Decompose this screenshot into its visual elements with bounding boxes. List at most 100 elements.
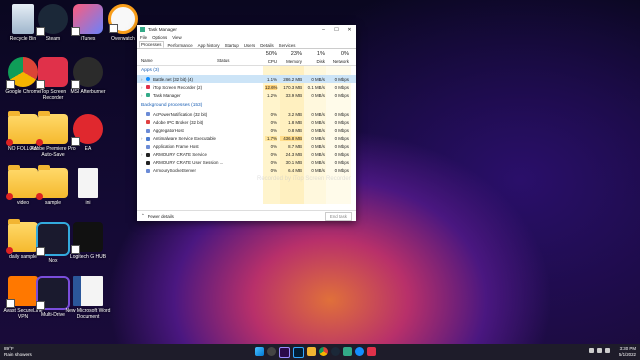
process-row[interactable]: › iTop Screen Recorder (2) 12.6% 170.3 MB… — [137, 83, 356, 91]
icon-label: New Microsoft Word Document — [65, 308, 111, 320]
col-status[interactable]: Status — [217, 58, 229, 63]
battlenet-icon[interactable] — [355, 347, 364, 356]
cpu-value: 1.1% — [266, 76, 277, 82]
tab-services[interactable]: Services — [278, 43, 297, 48]
search-icon[interactable] — [267, 347, 276, 356]
itop-recorder-icon[interactable] — [367, 347, 376, 356]
itop-recorder-icon — [36, 57, 68, 89]
disk-value: 0.1 MB/s — [307, 84, 325, 90]
desktop-icon-logitech[interactable]: Logitech G HUB — [65, 222, 111, 260]
desktop-icon-ini[interactable]: ini — [65, 168, 111, 206]
battery-icon[interactable] — [605, 348, 610, 353]
network-value: 0 Mbps — [334, 152, 349, 158]
menu-options[interactable]: Options — [152, 35, 167, 40]
title-bar[interactable]: Task Manager – ☐ ✕ — [137, 25, 356, 34]
menu-view[interactable]: View — [172, 35, 181, 40]
clock[interactable]: 3:30 PM 5/1/2022 — [619, 346, 636, 357]
disk-value: 0 MB/s — [311, 76, 325, 82]
task-manager-icon — [140, 27, 145, 32]
menu-file[interactable]: File — [140, 35, 147, 40]
tab-processes[interactable]: Processes — [139, 41, 164, 48]
steam-icon[interactable] — [331, 347, 340, 356]
process-icon — [146, 112, 150, 117]
process-icon — [146, 152, 150, 157]
process-name: iTop Screen Recorder (2) — [153, 84, 203, 90]
task-manager-icon[interactable] — [343, 347, 352, 356]
disk-value: 0 MB/s — [311, 160, 325, 166]
process-name: AcPowerNotification (32 bit) — [153, 111, 208, 117]
col-name[interactable]: Name — [141, 58, 153, 63]
process-row[interactable]: ArmourySocketServer 0% 6.4 MB 0 MB/s 0 M… — [137, 167, 356, 175]
tab-users[interactable]: Users — [243, 43, 256, 48]
tab-startup[interactable]: Startup — [224, 43, 240, 48]
network-total[interactable]: 0% — [329, 51, 349, 57]
tab-details[interactable]: Details — [259, 43, 274, 48]
process-row[interactable]: ARMOURY CRATE User Session ... 0% 30.1 M… — [137, 159, 356, 167]
process-row[interactable]: › Battle.net (32 bit) (4) 1.1% 286.2 MB 0… — [137, 75, 356, 84]
process-icon — [146, 160, 150, 165]
folder-icon — [36, 111, 68, 146]
photoshop-icon[interactable] — [293, 347, 304, 358]
volume-icon[interactable] — [597, 348, 602, 353]
process-name: Adobe IPC Broker (32 bit) — [153, 119, 204, 125]
disk-total[interactable]: 1% — [305, 51, 325, 57]
process-name: ArmourySocketServer — [153, 168, 196, 174]
network-value: 0 Mbps — [334, 168, 349, 174]
process-icon — [146, 120, 150, 125]
desktop-icon-ea[interactable]: EA — [65, 114, 111, 152]
process-list: Apps (3) › Battle.net (32 bit) (4) 1.1% 2… — [137, 66, 356, 204]
fewer-details-link[interactable]: Fewer details — [148, 214, 174, 219]
memory-total[interactable]: 23% — [280, 51, 302, 57]
memory-value: 286.2 MB — [283, 76, 302, 82]
file-explorer-icon[interactable] — [307, 347, 316, 356]
cpu-value: 1.7% — [265, 136, 277, 142]
premiere-icon[interactable] — [279, 347, 290, 358]
chevron-up-icon[interactable]: ⌃ — [141, 213, 145, 219]
wifi-icon[interactable] — [589, 348, 594, 353]
task-manager-window: Task Manager – ☐ ✕ File Options View Pro… — [137, 25, 356, 221]
disk-value: 0 MB/s — [311, 136, 325, 142]
weather-widget[interactable]: 89°F Rain showers — [4, 346, 32, 357]
process-row[interactable]: › Task Manager 1.2% 33.9 MB 0 MB/s 0 Mbps — [137, 91, 356, 99]
disk-value: 0 MB/s — [311, 111, 325, 117]
process-icon — [146, 128, 150, 133]
col-disk[interactable]: Disk — [305, 59, 325, 64]
chevron-up-icon[interactable] — [581, 348, 586, 353]
process-row[interactable]: AcPowerNotification (32 bit) 0% 3.2 MB 0… — [137, 110, 356, 118]
icon-label: Logitech G HUB — [69, 254, 107, 260]
end-task-button[interactable]: End task — [324, 211, 352, 221]
chrome-icon[interactable] — [319, 347, 328, 356]
process-row[interactable]: AggregatorHost 0% 0.8 MB 0 MB/s 0 Mbps — [137, 126, 356, 134]
process-row[interactable]: › ARMOURY CRATE Service 0% 24.3 MB 0 MB/s… — [137, 151, 356, 159]
file-icon — [78, 168, 98, 198]
close-icon[interactable]: ✕ — [343, 27, 356, 33]
tab-bar: Processes Performance App history Startu… — [137, 41, 356, 49]
column-headers: Name Status 50% CPU 23% Memory 1% Disk 0… — [137, 49, 356, 66]
tab-app-history[interactable]: App history — [197, 43, 221, 48]
cpu-value: 0% — [270, 160, 277, 166]
process-name: AggregatorHost — [153, 128, 184, 134]
minimize-icon[interactable]: – — [317, 27, 330, 33]
desktop-icon-msi-afterburner[interactable]: MSI Afterburner — [65, 57, 111, 95]
start-icon[interactable] — [255, 347, 264, 356]
process-icon — [146, 144, 150, 149]
memory-value: 6.4 MB — [288, 168, 302, 174]
network-value: 0 Mbps — [334, 84, 349, 90]
word-doc-icon — [73, 276, 103, 306]
tab-performance[interactable]: Performance — [167, 43, 194, 48]
process-icon — [146, 136, 150, 141]
desktop-icon-word-doc[interactable]: New Microsoft Word Document — [65, 276, 111, 320]
itop-recorder-icon — [146, 85, 150, 90]
col-memory[interactable]: Memory — [280, 59, 302, 64]
disk-value: 0 MB/s — [311, 144, 325, 150]
col-cpu[interactable]: CPU — [265, 59, 277, 64]
ea-icon — [71, 114, 103, 146]
process-row[interactable]: › Antimalware Service Executable 1.7% 436… — [137, 135, 356, 143]
cpu-total[interactable]: 50% — [265, 51, 277, 57]
process-row[interactable]: Adobe IPC Broker (32 bit) 0% 1.8 MB 0 MB… — [137, 118, 356, 126]
network-value: 0 Mbps — [334, 144, 349, 150]
process-row[interactable]: Application Frame Host 0% 8.7 MB 0 MB/s … — [137, 143, 356, 151]
cpu-value: 0% — [270, 144, 277, 150]
col-network[interactable]: Network — [329, 59, 349, 64]
maximize-icon[interactable]: ☐ — [330, 27, 343, 33]
